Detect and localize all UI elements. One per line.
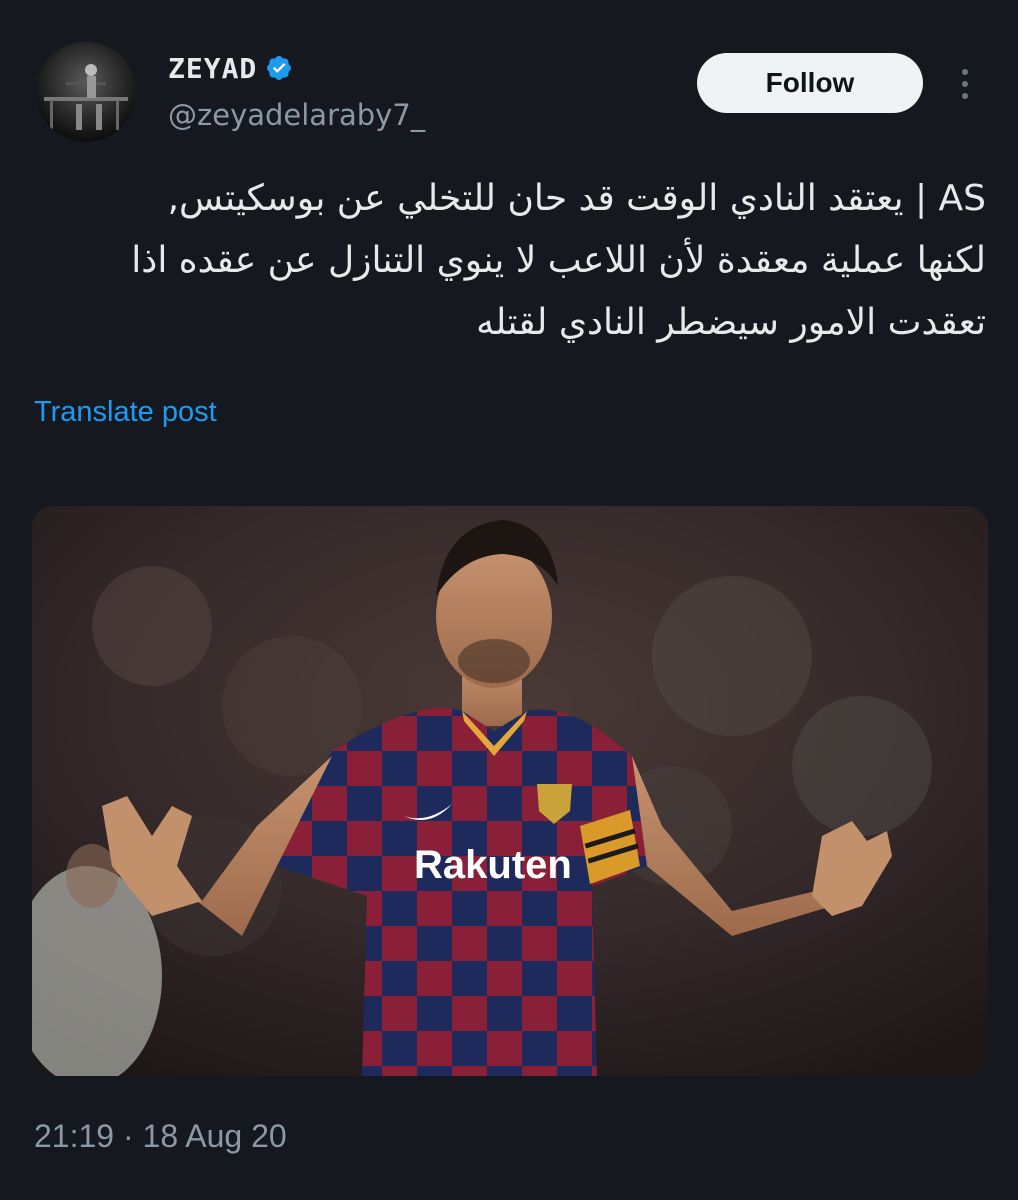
translate-post-link[interactable]: Translate post [34,396,217,429]
more-vertical-icon[interactable] [953,62,977,106]
verified-badge-icon [267,56,292,80]
author-handle[interactable]: @zeyadelaraby7_ [168,98,425,132]
post-text-line: لكنها عملية معقدة لأن اللاعب لا ينوي الت… [131,240,986,281]
post-text: AS | يعتقد النادي الوقت قد حان للتخلي عن… [26,168,986,354]
post-timestamp[interactable]: 21:19 · 18 Aug 20 [34,1118,287,1155]
author-name-row[interactable]: ZEYAD [168,48,293,88]
football-player-photo: Rakuten [32,506,988,1076]
follow-button[interactable]: Follow [697,53,923,113]
post-media-image[interactable]: Rakuten [32,506,988,1076]
post-text-line: AS | يعتقد النادي الوقت قد حان للتخلي عن… [167,178,986,219]
avatar[interactable] [36,42,136,142]
author-display-name[interactable]: ZEYAD [168,52,257,85]
post-text-line: تعقدت الامور سيضطر النادي لقتله [476,302,986,343]
shirt-sponsor-text: Rakuten [414,843,572,887]
avatar-image [36,42,136,142]
